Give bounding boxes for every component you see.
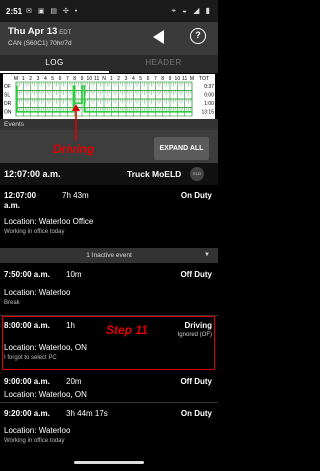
log-date: Thu Apr 13 EDT [8, 26, 71, 37]
event-location: Location: Waterloo Office [4, 217, 94, 226]
clock: 2:51 [6, 6, 23, 16]
graph-hour-label: 10 [87, 76, 93, 82]
event-note: Break [4, 300, 20, 306]
help-icon[interactable]: ? [190, 28, 206, 44]
log-graph[interactable]: M 1 2 3 4 5 6 7 8 9 10 11 N 1 2 3 4 5 6 7 8 9 10 11 M TOT OF 0:37 SL… [3, 74, 215, 119]
event-row[interactable]: 9:00:00 a.m. 20m Off Duty Location: Wate… [0, 371, 218, 401]
notification-icons: ✉ ▣ ▤ ✣ • [26, 8, 80, 15]
graph-total-header: TOT [199, 76, 209, 82]
event-location: Location: Waterloo [4, 288, 71, 297]
graph-row-label: ON [4, 110, 12, 116]
event-time: 9:20:00 a.m. [4, 409, 50, 418]
system-icons: ⌖ ◒ ◢ ▮ [171, 6, 212, 15]
event-note: Working in office today [4, 229, 65, 235]
event-status: On Duty [180, 409, 212, 418]
step-annotation: Step 11 [106, 323, 148, 337]
graph-hour-label: 9 [169, 76, 172, 82]
previous-day-icon[interactable] [153, 30, 164, 44]
truck-moeld-logo: Truck MoELD [127, 169, 182, 179]
tab-bar: LOG HEADER [0, 55, 218, 73]
top-event-time: 12:07:00 a.m. [4, 169, 61, 179]
event-row[interactable]: 7:50:00 a.m. 10m Off Duty Location: Wate… [0, 263, 218, 316]
system-nav-bar [0, 455, 218, 471]
graph-hour-label: 4 [132, 76, 135, 82]
graph-row-total: 0:00 [204, 93, 214, 99]
graph-row-label: SL [4, 93, 10, 99]
tab-header[interactable]: HEADER [109, 55, 218, 73]
events-label: Events [4, 121, 24, 128]
graph-hour-label: 11 [182, 76, 187, 82]
graph-hour-label: 3 [125, 76, 128, 82]
status-bar: 2:51 ✉ ▣ ▤ ✣ • ⌖ ◒ ◢ ▮ [0, 0, 218, 22]
event-duration: 3h 44m 17s [66, 409, 108, 418]
graph-row-total: 0:37 [204, 84, 214, 90]
top-event-row[interactable]: 12:07:00 a.m. Truck MoELD ELD [0, 163, 218, 185]
event-time-suffix: a.m. [4, 201, 21, 210]
event-time: 9:00:00 a.m. [4, 377, 50, 386]
event-location: Location: Waterloo, ON [4, 390, 87, 399]
inactive-events-toggle[interactable]: 1 Inactive event ▼ [0, 248, 218, 263]
graph-hour-label: 11 [94, 76, 99, 82]
event-row[interactable]: 12:07:00 a.m. 7h 43m On Duty Location: W… [0, 185, 218, 248]
graph-hour-label: 6 [59, 76, 62, 82]
cycle-rule: CAN (S60C1) 70hr/7d [8, 40, 72, 47]
graph-hour-label: N [102, 76, 106, 82]
graph-hour-label: 5 [51, 76, 54, 82]
graph-row-total: 13:15 [201, 110, 214, 116]
graph-hour-label: 1 [22, 76, 25, 82]
expand-all-button[interactable]: EXPAND ALL [154, 137, 209, 160]
graph-hour-label: 3 [37, 76, 40, 82]
graph-hour-label: 7 [154, 76, 157, 82]
graph-hour-label: 2 [117, 76, 120, 82]
tab-log[interactable]: LOG [0, 55, 109, 73]
graph-hour-label: M [190, 76, 194, 82]
log-header-bar: Thu Apr 13 EDT CAN (S60C1) 70hr/7d ? [0, 22, 218, 55]
graph-hour-label: 10 [175, 76, 181, 82]
graph-hour-label: 8 [73, 76, 76, 82]
event-time: 7:50:00 a.m. [4, 270, 50, 279]
event-duration: 7h 43m [62, 191, 89, 200]
eld-badge-icon: ELD [190, 167, 204, 181]
event-status: Off Duty [180, 377, 212, 386]
log-date-text: Thu Apr 13 [8, 26, 58, 37]
event-location: Location: Waterloo [4, 426, 71, 435]
log-graph-svg: M 1 2 3 4 5 6 7 8 9 10 11 N 1 2 3 4 5 6 7 8 9 10 11 M TOTOF 0:37SL… [4, 76, 214, 117]
event-duration: 10m [66, 270, 82, 279]
graph-row-label: OF [4, 84, 11, 90]
graph-hour-label: 4 [44, 76, 47, 82]
event-status: On Duty [180, 191, 212, 200]
graph-hour-label: M [14, 76, 18, 82]
graph-hour-label: 2 [29, 76, 32, 82]
home-gesture-pill[interactable] [74, 461, 144, 464]
graph-row-label: DR [4, 101, 12, 107]
graph-row-total: 1:00 [204, 101, 214, 107]
graph-hour-label: 5 [139, 76, 142, 82]
timezone: EDT [59, 30, 72, 36]
event-note: Working in office today [4, 438, 65, 444]
graph-hour-label: 6 [147, 76, 150, 82]
event-duration: 20m [66, 377, 82, 386]
event-row[interactable]: 9:20:00 a.m. 3h 44m 17s On Duty Location… [0, 403, 218, 455]
inactive-events-label: 1 Inactive event [86, 252, 132, 259]
driving-annotation: Driving [53, 142, 95, 156]
graph-hour-label: 9 [81, 76, 84, 82]
graph-hour-label: 1 [110, 76, 113, 82]
graph-hour-label: 8 [161, 76, 164, 82]
event-status: Off Duty [180, 270, 212, 279]
event-time: 12:07:00 [4, 191, 37, 200]
events-header-bg [0, 119, 218, 130]
graph-hour-label: 7 [66, 76, 69, 82]
dropdown-arrow-icon: ▼ [204, 252, 210, 258]
